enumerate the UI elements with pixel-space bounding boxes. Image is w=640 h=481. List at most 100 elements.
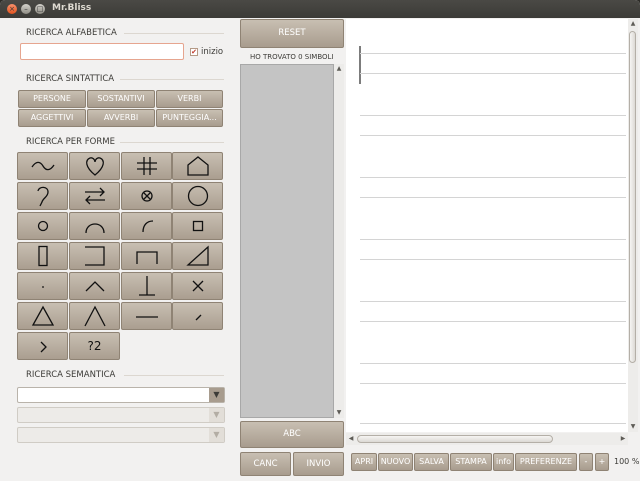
shape-button-exchange[interactable] <box>69 182 120 210</box>
minimize-window-button[interactable]: – <box>21 4 31 14</box>
shape-button-horizontal-line[interactable] <box>121 302 172 330</box>
check-icon: ✔ <box>191 48 197 56</box>
aggettivi-button[interactable]: AGGETTIVI <box>18 109 86 127</box>
scroll-up-icon[interactable]: ▲ <box>628 19 638 29</box>
zoom-in-button[interactable]: + <box>595 453 609 471</box>
close-window-button[interactable]: × <box>7 4 17 14</box>
ruled-line <box>360 53 626 54</box>
shape-button-ear-hook[interactable] <box>17 182 68 210</box>
shape-button-unknown-size[interactable]: ?2 <box>69 332 120 360</box>
shape-button-large-circle[interactable] <box>172 182 223 210</box>
shape-button-circled-x[interactable] <box>121 182 172 210</box>
multiply-icon <box>192 280 203 292</box>
shape-button-wave[interactable] <box>17 152 68 180</box>
editor-horizontal-scrollbar[interactable]: ◀ ▶ <box>346 433 628 445</box>
semantic-combo-1[interactable]: ▼ <box>17 387 225 403</box>
invio-button[interactable]: INVIO <box>293 452 344 476</box>
scroll-thumb[interactable] <box>357 435 553 443</box>
nuovo-button[interactable]: NUOVO <box>378 453 413 471</box>
semantic-combo-2[interactable]: ▼ <box>17 407 225 423</box>
shape-button-greater-than[interactable] <box>17 332 68 360</box>
open-bottom-bracket-icon <box>135 251 158 264</box>
hash-icon <box>136 157 157 175</box>
shape-button-lambda[interactable] <box>69 302 120 330</box>
inizio-checkbox[interactable]: ✔ <box>190 48 198 56</box>
zoom-out-button[interactable]: - <box>579 453 593 471</box>
scroll-down-icon[interactable]: ▼ <box>628 422 638 432</box>
divider <box>120 142 224 143</box>
ruled-line <box>360 177 626 178</box>
editor-vertical-scrollbar[interactable]: ▲ ▼ <box>628 19 638 432</box>
arch-icon <box>84 223 105 234</box>
window-title: Mr.Bliss <box>52 3 92 13</box>
shape-button-small-circle[interactable] <box>17 212 68 240</box>
ear-hook-icon <box>36 186 49 207</box>
zoom-level: 100 % <box>614 457 640 466</box>
exchange-arrows-icon <box>84 187 105 205</box>
preferenze-button[interactable]: PREFERENZE <box>515 453 577 471</box>
punteggiatura-button[interactable]: PUNTEGGIA... <box>156 109 223 127</box>
shape-button-small-square[interactable] <box>172 212 223 240</box>
shape-button-short-diagonal[interactable] <box>172 302 223 330</box>
ruled-line <box>360 259 626 260</box>
shape-button-right-triangle[interactable] <box>172 242 223 270</box>
scroll-down-icon[interactable]: ▼ <box>334 408 344 418</box>
unknown-size-icon: ?2 <box>87 339 102 353</box>
divider <box>124 33 224 34</box>
shape-button-multiply[interactable] <box>172 272 223 300</box>
caret-up-icon <box>85 281 104 292</box>
chevron-down-icon: ▼ <box>209 428 224 442</box>
wave-icon <box>30 161 55 171</box>
shape-button-triangle[interactable] <box>17 302 68 330</box>
shape-button-hash[interactable] <box>121 152 172 180</box>
abc-button[interactable]: ABC <box>240 421 344 448</box>
shape-button-open-left-bracket[interactable] <box>69 242 120 270</box>
syntactic-search-label: RICERCA SINTATTICA <box>26 74 115 84</box>
shape-button-perpendicular[interactable] <box>121 272 172 300</box>
scroll-right-icon[interactable]: ▶ <box>618 433 628 445</box>
alphabetic-search-input[interactable] <box>20 43 184 60</box>
avverbi-button[interactable]: AVVERBI <box>87 109 155 127</box>
ruled-line <box>360 423 626 424</box>
right-triangle-icon <box>185 245 209 266</box>
shape-button-caret-up[interactable] <box>69 272 120 300</box>
scroll-left-icon[interactable]: ◀ <box>346 433 356 445</box>
bliss-editor[interactable] <box>346 19 628 432</box>
text-cursor <box>359 46 361 84</box>
shape-button-quarter-arc[interactable] <box>121 212 172 240</box>
stampa-button[interactable]: STAMPA <box>450 453 492 471</box>
shape-button-tall-rectangle[interactable] <box>17 242 68 270</box>
ruled-line <box>360 383 626 384</box>
info-button[interactable]: info <box>493 453 514 471</box>
triangle-icon <box>31 305 54 326</box>
persone-button[interactable]: PERSONE <box>18 90 86 108</box>
shape-search-label: RICERCA PER FORME <box>26 137 115 147</box>
tall-rectangle-icon <box>37 245 48 267</box>
quarter-arc-icon <box>141 220 153 233</box>
circled-x-icon <box>140 190 153 202</box>
salva-button[interactable]: SALVA <box>414 453 449 471</box>
shape-button-heart[interactable] <box>69 152 120 180</box>
reset-button[interactable]: RESET <box>240 19 344 48</box>
ruled-line <box>360 73 626 74</box>
shape-button-open-bottom-bracket[interactable] <box>121 242 172 270</box>
divider <box>120 79 224 80</box>
sostantivi-button[interactable]: SOSTANTIVI <box>87 90 155 108</box>
canc-button[interactable]: CANC <box>240 452 291 476</box>
results-list[interactable] <box>240 64 334 418</box>
dot-icon <box>41 286 44 288</box>
divider <box>124 375 224 376</box>
semantic-combo-3[interactable]: ▼ <box>17 427 225 443</box>
title-bar: × – □ Mr.Bliss <box>0 0 640 18</box>
maximize-window-button[interactable]: □ <box>35 4 45 14</box>
apri-button[interactable]: APRI <box>351 453 377 471</box>
horizontal-line-icon <box>135 316 158 318</box>
shape-button-dot[interactable] <box>17 272 68 300</box>
shape-button-house[interactable] <box>172 152 223 180</box>
scroll-thumb[interactable] <box>629 31 636 363</box>
semantic-search-label: RICERCA SEMANTICA <box>26 370 116 380</box>
shape-button-arch[interactable] <box>69 212 120 240</box>
results-scrollbar[interactable]: ▲ ▼ <box>334 64 344 418</box>
verbi-button[interactable]: VERBI <box>156 90 223 108</box>
scroll-up-icon[interactable]: ▲ <box>334 64 344 74</box>
